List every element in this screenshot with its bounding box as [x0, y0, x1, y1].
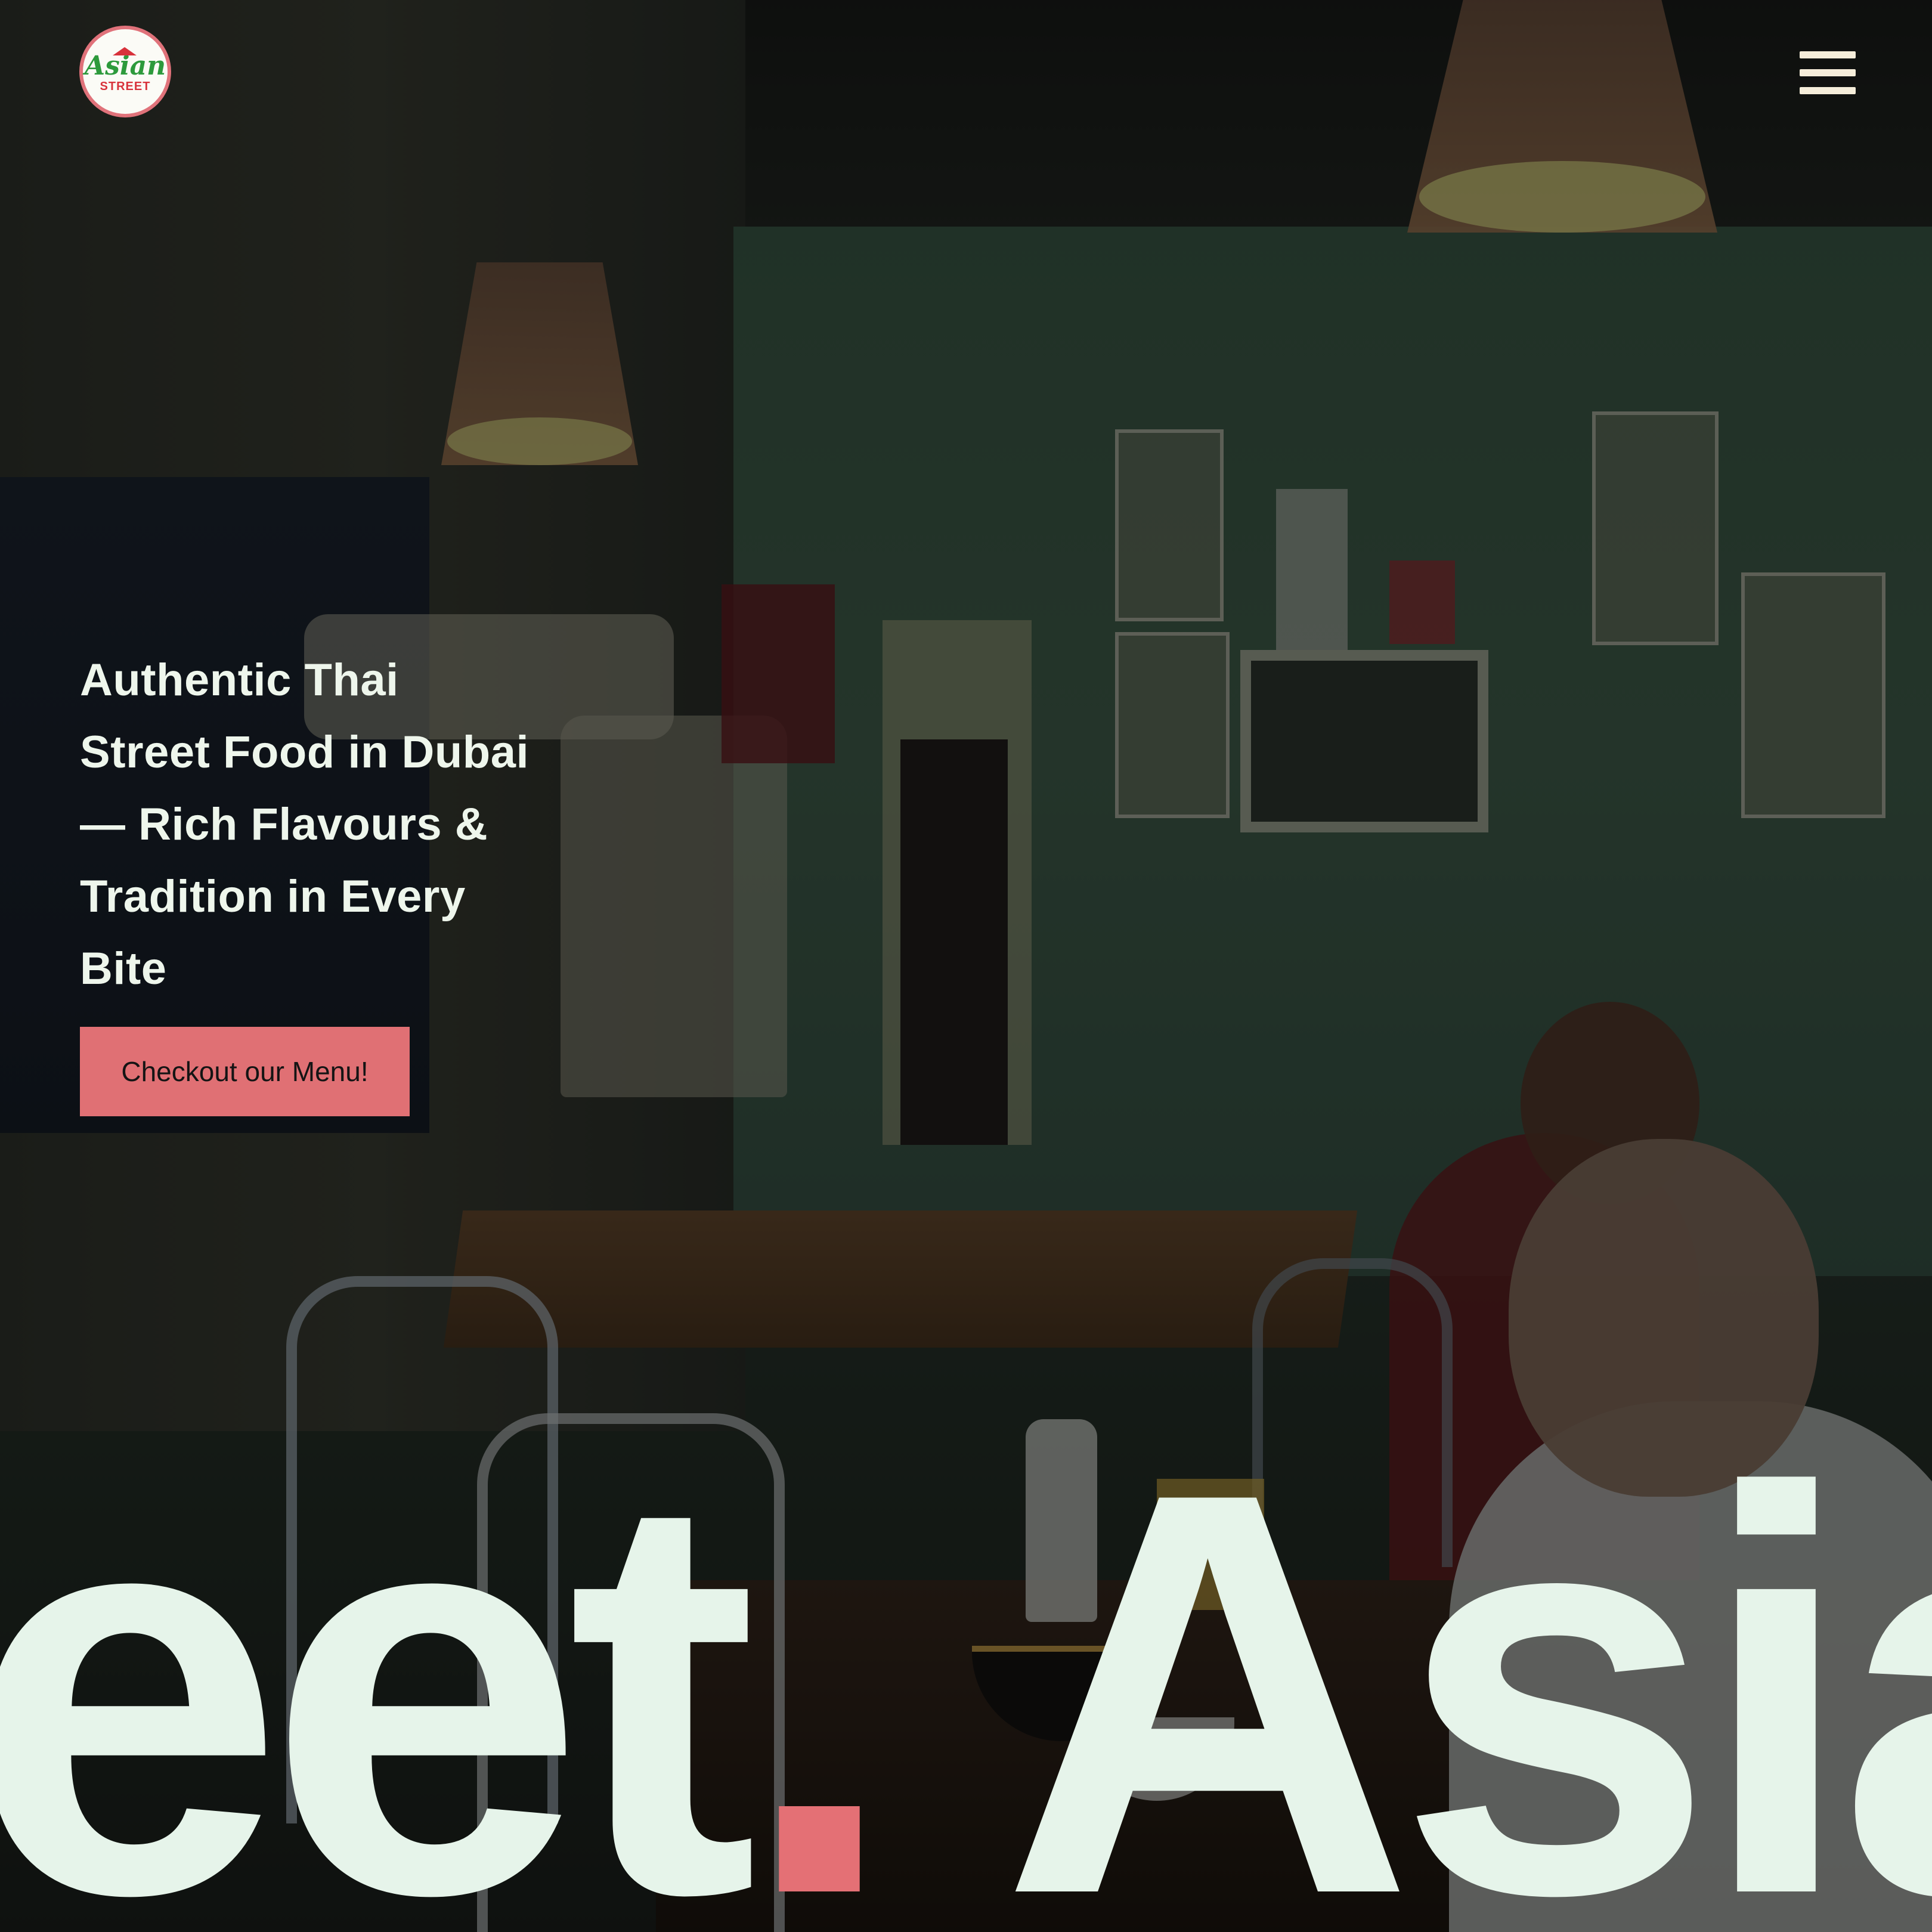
checkout-menu-button[interactable]: Checkout our Menu!	[80, 1027, 410, 1116]
brand-logo[interactable]: Asian STREET	[79, 26, 171, 117]
hamburger-menu-icon[interactable]	[1796, 48, 1859, 98]
marquee-text-before: reet	[0, 1455, 758, 1932]
logo-bottom-text: STREET	[100, 80, 151, 93]
logo-top-text: Asian	[84, 51, 166, 81]
brand-marquee: reet. Asia	[0, 1455, 1932, 1932]
menu-bar	[1800, 51, 1856, 58]
headline-line: — Rich Flavours &	[80, 799, 488, 850]
headline-line: Street Food in Dubai	[80, 727, 530, 778]
page: Asian STREET Authentic Thai Street Food …	[0, 0, 1932, 1932]
headline-line: Authentic Thai	[80, 655, 399, 705]
marquee-dot: .	[740, 1455, 899, 1932]
menu-bar	[1800, 87, 1856, 94]
hero-headline: Authentic Thai Street Food in Dubai — Ri…	[80, 644, 575, 1005]
marquee-text-after: Asia	[1001, 1455, 1932, 1932]
marquee-track: reet. Asia	[0, 1455, 1932, 1932]
headline-line: Bite	[80, 943, 167, 994]
menu-bar	[1800, 69, 1856, 76]
headline-line: Tradition in Every	[80, 871, 466, 922]
